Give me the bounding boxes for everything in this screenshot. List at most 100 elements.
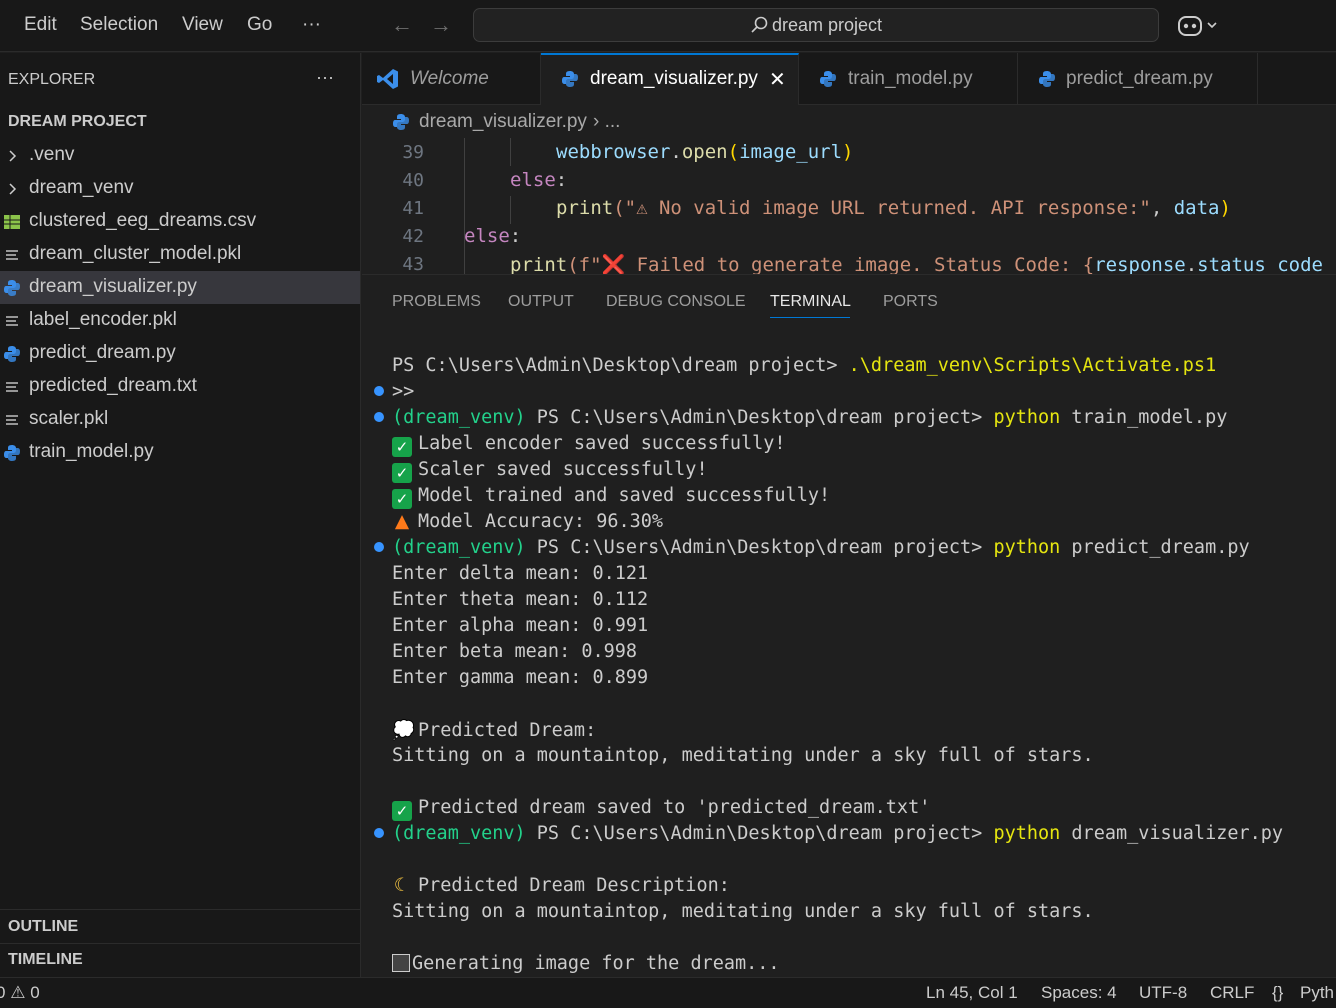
tree-item-dream-visualizer[interactable]: dream_visualizer.py [0, 271, 360, 304]
tab-dream-visualizer[interactable]: dream_visualizer.py ✕ [541, 53, 799, 105]
tab-welcome[interactable]: Welcome [362, 53, 541, 105]
output-text: Label encoder saved successfully! [418, 433, 786, 454]
prompt: PS C:\Users\Admin\Desktop\dream project> [392, 355, 849, 376]
menu-go[interactable]: Go [247, 14, 272, 36]
tree-item-label-encoder[interactable]: label_encoder.pkl [0, 304, 360, 337]
tree-item-clustered-eeg-dreams[interactable]: clustered_eeg_dreams.csv [0, 205, 360, 238]
tree-item-scaler[interactable]: scaler.pkl [0, 403, 360, 436]
terminal-line: (dream_venv) PS C:\Users\Admin\Desktop\d… [392, 407, 1227, 428]
bottom-panel: PROBLEMS OUTPUT DEBUG CONSOLE TERMINAL P… [362, 274, 1336, 977]
tab-train-model[interactable]: train_model.py [799, 53, 1018, 105]
tab-debug-console[interactable]: DEBUG CONSOLE [606, 293, 746, 311]
terminal-line: ▲ Model Accuracy: 96.30% [392, 511, 663, 532]
tab-predict-dream[interactable]: predict_dream.py [1018, 53, 1258, 105]
command: .\dream_venv\Scripts\Activate.ps1 [848, 355, 1217, 376]
text-file-icon [6, 316, 18, 326]
chevron-right-icon [9, 183, 17, 195]
output-text: Predicted dream saved to 'predicted_drea… [418, 797, 931, 818]
output-text: Model Accuracy: 96.30% [418, 511, 664, 532]
language-braces-icon[interactable]: {} [1272, 983, 1283, 1003]
forward-arrow-icon[interactable]: → [430, 12, 452, 38]
code-line: else: [464, 225, 521, 247]
timeline-section-header[interactable]: TIMELINE [8, 951, 83, 969]
indentation-status[interactable]: Spaces: 4 [1041, 983, 1117, 1003]
python-file-icon [4, 280, 20, 296]
terminal-line: Enter theta mean: 0.112 [392, 589, 649, 610]
code-line: else: [510, 169, 567, 191]
menu-view[interactable]: View [182, 14, 223, 36]
language-mode[interactable]: Pyth [1300, 983, 1334, 1003]
breadcrumb-file[interactable]: dream_visualizer.py [419, 111, 587, 133]
code-token: print [510, 254, 568, 274]
line-number: 43 [402, 254, 424, 274]
menu-selection[interactable]: Selection [80, 14, 158, 36]
divider [0, 943, 361, 944]
tree-item-label: label_encoder.pkl [29, 309, 177, 330]
project-folder-header[interactable]: DREAM PROJECT [8, 113, 147, 131]
tree-item-label: scaler.pkl [29, 408, 109, 429]
command-arg: train_model.py [1060, 407, 1228, 428]
tab-ports[interactable]: PORTS [883, 293, 938, 311]
tree-item-venv[interactable]: .venv [0, 139, 360, 172]
command-decoration-icon[interactable] [374, 412, 384, 422]
terminal-line: 💭 Predicted Dream: [392, 719, 596, 741]
code-token: . [1185, 254, 1198, 274]
terminal-line: (dream_venv) PS C:\Users\Admin\Desktop\d… [392, 823, 1283, 844]
tree-item-label: train_model.py [29, 441, 154, 462]
close-icon[interactable]: ✕ [769, 67, 786, 92]
title-bar: Edit Selection View Go ··· ← → dream pro… [0, 0, 1336, 52]
tab-label: train_model.py [848, 68, 973, 89]
command-decoration-icon[interactable] [374, 542, 384, 552]
command-decoration-icon[interactable] [374, 828, 384, 838]
output-text: Predicted Dream Description: [418, 875, 730, 896]
outline-section-header[interactable]: OUTLINE [8, 918, 78, 936]
cursor-position[interactable]: Ln 45, Col 1 [926, 983, 1018, 1003]
tab-output[interactable]: OUTPUT [508, 293, 574, 311]
output-text: Predicted Dream: [418, 720, 597, 741]
breadcrumb-symbol[interactable]: › ... [593, 111, 620, 133]
check-mark-icon: ✓ [392, 437, 412, 457]
terminal-line: Enter beta mean: 0.998 [392, 641, 638, 662]
tree-item-train-model[interactable]: train_model.py [0, 436, 360, 469]
search-text: dream project [771, 15, 883, 35]
line-number: 42 [402, 226, 424, 247]
back-arrow-icon[interactable]: ← [391, 12, 413, 38]
tree-item-predicted-dream-txt[interactable]: predicted_dream.txt [0, 370, 360, 403]
problems-status[interactable]: 0 ⚠ 0 [0, 983, 40, 1003]
check-mark-icon: ✓ [392, 801, 412, 821]
command-center-search[interactable]: dream project [473, 8, 1159, 42]
venv-name: (dream_venv) [392, 407, 526, 428]
menu-edit[interactable]: Edit [24, 14, 57, 36]
tab-problems[interactable]: PROBLEMS [392, 293, 481, 311]
explorer-more-button[interactable]: ··· [316, 67, 334, 88]
code-token: ) [1219, 197, 1231, 219]
tree-item-label: .venv [29, 144, 75, 165]
error-count: 0 [0, 983, 6, 1002]
command: python [993, 537, 1061, 558]
tree-item-predict-dream[interactable]: predict_dream.py [0, 337, 360, 370]
divider [0, 909, 361, 910]
menu-more-button[interactable]: ··· [302, 14, 321, 36]
active-tab-indicator [770, 317, 850, 318]
tree-item-dream-venv[interactable]: dream_venv [0, 172, 360, 205]
status-bar: 0 ⚠ 0 Ln 45, Col 1 Spaces: 4 UTF-8 CRLF … [0, 977, 1336, 1008]
code-line: print("⚠ No valid image URL returned. AP… [556, 197, 1231, 219]
command-decoration-icon[interactable] [374, 386, 384, 396]
text-file-icon [6, 415, 18, 425]
python-file-icon [562, 71, 578, 87]
copilot-icon[interactable] [1177, 14, 1225, 38]
tab-terminal[interactable]: TERMINAL [770, 293, 851, 311]
terminal-line: Enter delta mean: 0.121 [392, 563, 649, 584]
check-mark-icon: ✓ [392, 463, 412, 483]
check-mark-icon: ✓ [392, 489, 412, 509]
encoding-status[interactable]: UTF-8 [1139, 983, 1187, 1003]
eol-status[interactable]: CRLF [1210, 983, 1254, 1003]
tab-label: predict_dream.py [1066, 68, 1213, 89]
terminal-line: ☾ Predicted Dream Description: [392, 875, 730, 896]
code-editor[interactable]: 39 webbrowser.open(image_url) 40 else: 4… [362, 138, 1336, 274]
warning-icon: ⚠ [10, 983, 26, 1003]
code-token: , [1150, 197, 1174, 219]
code-token: response [1094, 254, 1186, 274]
tree-item-dream-cluster-model[interactable]: dream_cluster_model.pkl [0, 238, 360, 271]
line-number: 41 [402, 198, 424, 219]
